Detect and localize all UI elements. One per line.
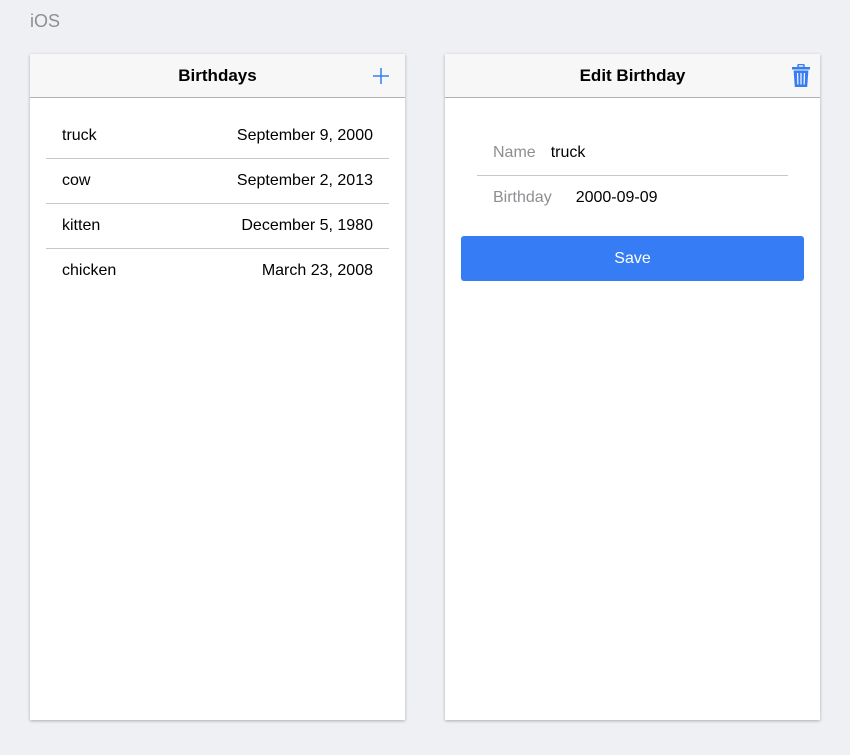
birthday-list: truck September 9, 2000 cow September 2,… — [46, 114, 389, 293]
plus-icon — [373, 67, 389, 84]
birthday-row: Birthday — [477, 176, 788, 220]
edit-birthday-screen: Edit Birthday Name Birthday Save — [445, 54, 820, 720]
edit-nav-title: Edit Birthday — [579, 65, 686, 85]
birthdays-list-screen: Birthdays truck September 9, 2000 cow Se… — [30, 54, 405, 720]
birthday-item-date: September 9, 2000 — [236, 127, 373, 144]
name-input[interactable] — [550, 144, 788, 162]
delete-birthday-button[interactable] — [783, 54, 819, 97]
birthday-item-date: December 5, 1980 — [241, 217, 373, 234]
birthday-list-item[interactable]: truck September 9, 2000 — [46, 114, 389, 159]
edit-nav-bar: Edit Birthday — [445, 54, 820, 98]
birthday-list-item[interactable]: chicken March 23, 2008 — [46, 249, 389, 293]
save-button[interactable]: Save — [461, 236, 804, 281]
birthday-item-name: truck — [62, 127, 97, 144]
birthday-label: Birthday — [493, 189, 552, 206]
name-label: Name — [493, 144, 536, 161]
name-row: Name — [477, 131, 788, 176]
trash-icon — [792, 63, 810, 87]
birthday-item-date: September 2, 2013 — [236, 172, 373, 189]
add-birthday-button[interactable] — [363, 54, 399, 97]
list-nav-bar: Birthdays — [30, 54, 405, 98]
edit-birthday-form: Name Birthday — [477, 131, 788, 220]
birthday-input[interactable] — [575, 189, 788, 207]
birthday-item-name: cow — [62, 172, 91, 189]
platform-label: iOS — [30, 11, 61, 31]
birthday-item-date: March 23, 2008 — [261, 262, 373, 279]
birthday-item-name: chicken — [62, 262, 117, 279]
birthday-list-item[interactable]: cow September 2, 2013 — [46, 159, 389, 204]
list-nav-title: Birthdays — [178, 65, 257, 85]
birthday-item-name: kitten — [62, 217, 101, 234]
birthday-list-item[interactable]: kitten December 5, 1980 — [46, 204, 389, 249]
